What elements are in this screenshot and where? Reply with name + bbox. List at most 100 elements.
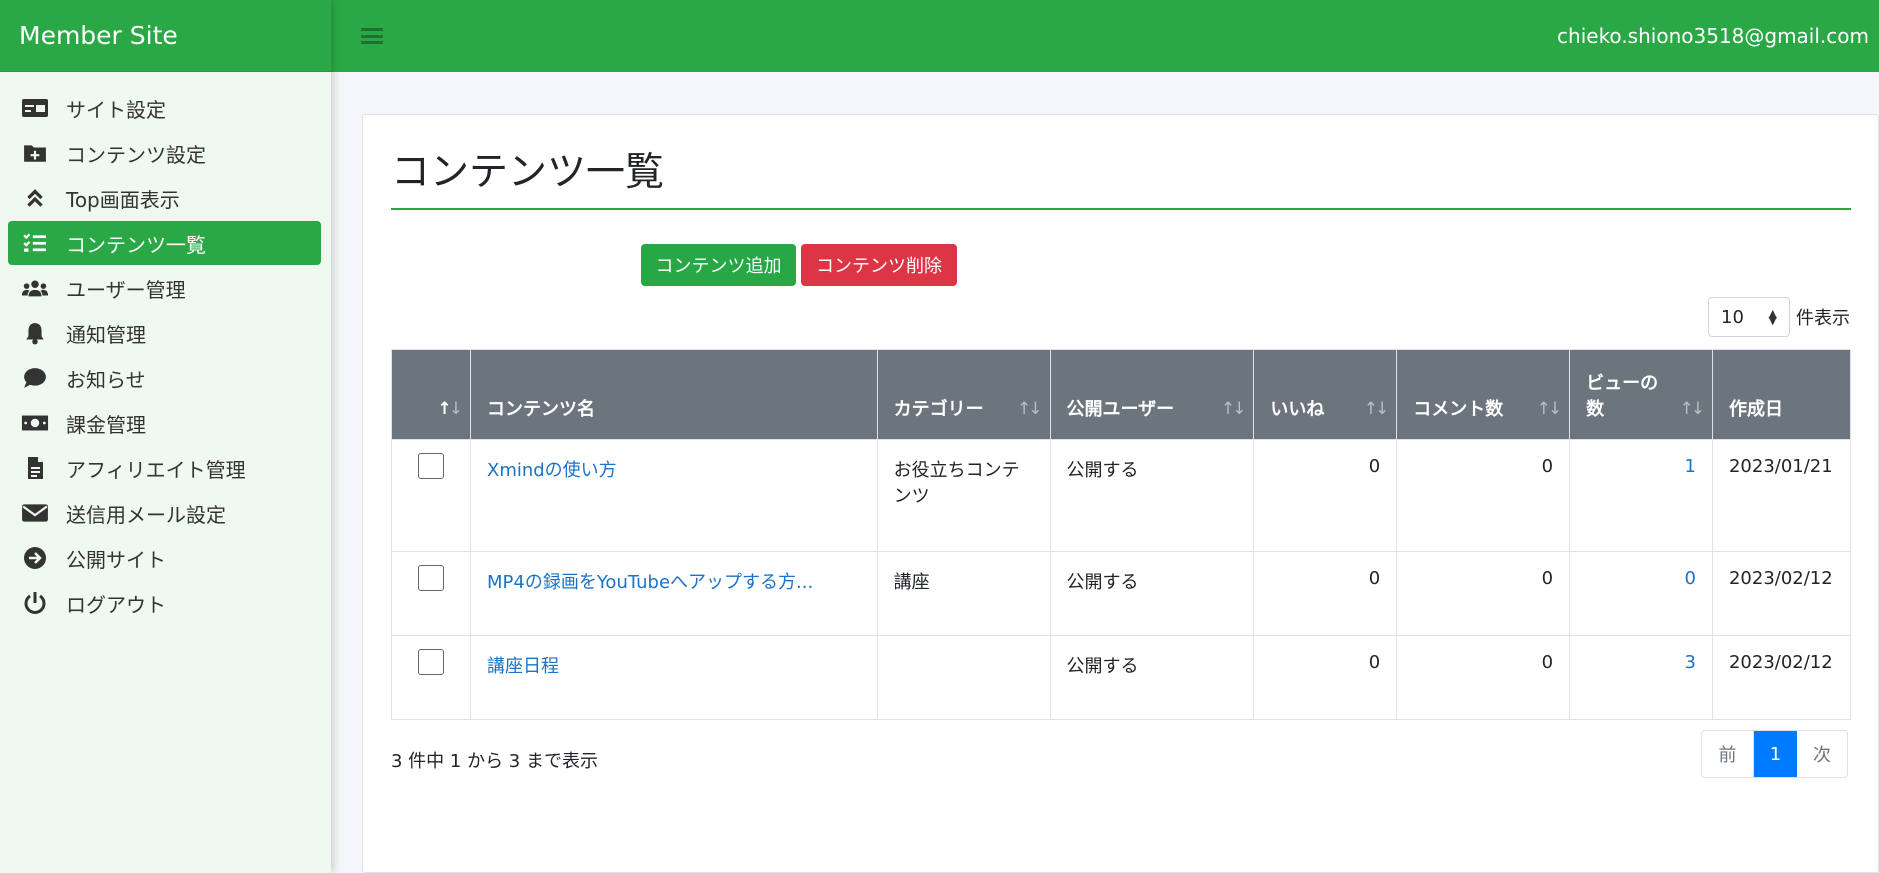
sidebar-item-label: お知らせ bbox=[66, 367, 146, 392]
users-icon bbox=[20, 275, 50, 301]
comments-cell: 0 bbox=[1396, 635, 1571, 720]
category-cell: 講座 bbox=[876, 551, 1051, 636]
sidebar-item-label: コンテンツ一覧 bbox=[66, 232, 206, 257]
content-name-cell: Xmindの使い方 bbox=[469, 439, 878, 552]
page-title: コンテンツ一覧 bbox=[391, 150, 665, 195]
table-info: 3 件中 1 から 3 まで表示 bbox=[391, 751, 598, 772]
sidebar-item-label: 通知管理 bbox=[66, 322, 146, 347]
sidebar-item-label: 送信用メール設定 bbox=[66, 502, 226, 527]
sort-icon: ↑↓ bbox=[437, 399, 462, 419]
views-link[interactable]: 3 bbox=[1685, 652, 1696, 673]
sidebar-menu: サイト設定 コンテンツ設定 Top画面表示 コンテンツ一覧 ユーザー管理 通知管… bbox=[0, 72, 331, 625]
folder-plus-icon bbox=[20, 140, 50, 166]
sidebar-item-affiliate[interactable]: アフィリエイト管理 bbox=[8, 446, 321, 490]
sidebar-item-label: ユーザー管理 bbox=[66, 277, 186, 302]
likes-cell: 0 bbox=[1253, 635, 1398, 720]
comments-cell: 0 bbox=[1396, 439, 1571, 552]
sidebar-item-label: Top画面表示 bbox=[66, 187, 180, 212]
views-cell: 3 bbox=[1569, 635, 1713, 720]
publish-cell: 公開する bbox=[1049, 439, 1255, 552]
column-header-publish-user[interactable]: 公開ユーザー ↑↓ bbox=[1049, 349, 1255, 440]
sidebar-item-logout[interactable]: ログアウト bbox=[8, 581, 321, 625]
views-cell: 1 bbox=[1569, 439, 1713, 552]
column-header-created[interactable]: 作成日 bbox=[1711, 349, 1852, 440]
row-checkbox[interactable] bbox=[418, 565, 444, 591]
page-length-label: 件表示 bbox=[1796, 308, 1850, 329]
pagination: 前 1 次 bbox=[1701, 730, 1848, 778]
card-icon bbox=[20, 95, 50, 121]
row-checkbox[interactable] bbox=[418, 453, 444, 479]
page-length-value: 10 bbox=[1721, 306, 1744, 328]
sidebar-item-billing[interactable]: 課金管理 bbox=[8, 401, 321, 445]
column-header-comments[interactable]: コメント数 ↑↓ bbox=[1396, 349, 1571, 440]
user-email[interactable]: chieko.shiono3518@gmail.com bbox=[1557, 24, 1869, 48]
pagination-next[interactable]: 次 bbox=[1797, 731, 1847, 777]
row-checkbox-cell bbox=[391, 635, 471, 720]
views-link[interactable]: 0 bbox=[1685, 568, 1696, 589]
column-header-name[interactable]: コンテンツ名 bbox=[469, 349, 878, 440]
file-icon bbox=[20, 455, 50, 481]
title-divider bbox=[391, 208, 1851, 210]
created-date-cell: 2023/02/12 bbox=[1711, 635, 1852, 720]
row-checkbox[interactable] bbox=[418, 649, 444, 675]
sidebar-item-notification[interactable]: 通知管理 bbox=[8, 311, 321, 355]
hamburger-menu-icon[interactable] bbox=[361, 26, 383, 46]
likes-cell: 0 bbox=[1253, 551, 1398, 636]
row-checkbox-cell bbox=[391, 551, 471, 636]
bell-icon bbox=[20, 320, 50, 346]
content-name-link[interactable]: MP4の録画をYouTubeへアップする方... bbox=[487, 572, 813, 593]
sidebar-item-label: アフィリエイト管理 bbox=[66, 457, 246, 482]
sidebar-item-mail-settings[interactable]: 送信用メール設定 bbox=[8, 491, 321, 535]
content-name-cell: MP4の録画をYouTubeへアップする方... bbox=[469, 551, 878, 636]
content-name-link[interactable]: 講座日程 bbox=[487, 656, 559, 677]
column-header-category[interactable]: カテゴリー ↑↓ bbox=[876, 349, 1051, 440]
category-cell: お役立ちコンテンツ bbox=[876, 439, 1051, 552]
money-icon bbox=[20, 410, 50, 436]
views-cell: 0 bbox=[1569, 551, 1713, 636]
sidebar-item-label: ログアウト bbox=[66, 592, 166, 617]
views-link[interactable]: 1 bbox=[1685, 456, 1696, 477]
topbar: chieko.shiono3518@gmail.com bbox=[331, 0, 1879, 72]
sidebar: Member Site サイト設定 コンテンツ設定 Top画面表示 コンテンツ一… bbox=[0, 0, 331, 873]
publish-cell: 公開する bbox=[1049, 551, 1255, 636]
sidebar-item-top-display[interactable]: Top画面表示 bbox=[8, 176, 321, 220]
select-arrows-icon: ▲ ▼ bbox=[1768, 307, 1777, 327]
sidebar-item-label: コンテンツ設定 bbox=[66, 142, 206, 167]
sidebar-item-content-list[interactable]: コンテンツ一覧 bbox=[8, 221, 321, 265]
publish-cell: 公開する bbox=[1049, 635, 1255, 720]
sidebar-item-news[interactable]: お知らせ bbox=[8, 356, 321, 400]
category-cell bbox=[876, 635, 1051, 720]
sort-icon: ↑↓ bbox=[1679, 399, 1704, 419]
arrow-circle-icon bbox=[20, 545, 50, 571]
power-icon bbox=[20, 590, 50, 616]
pagination-page-1[interactable]: 1 bbox=[1754, 731, 1797, 777]
add-content-button[interactable]: コンテンツ追加 bbox=[641, 244, 796, 286]
row-checkbox-cell bbox=[391, 439, 471, 552]
created-date-cell: 2023/01/21 bbox=[1711, 439, 1852, 552]
list-check-icon bbox=[20, 230, 50, 256]
page-length-select[interactable]: 10 ▲ ▼ bbox=[1708, 297, 1790, 337]
content-name-cell: 講座日程 bbox=[469, 635, 878, 720]
sidebar-item-label: サイト設定 bbox=[66, 97, 166, 122]
content-name-link[interactable]: Xmindの使い方 bbox=[487, 460, 617, 481]
pagination-prev[interactable]: 前 bbox=[1702, 731, 1754, 777]
sidebar-item-label: 課金管理 bbox=[66, 412, 146, 437]
column-header-select[interactable]: ↑↓ bbox=[391, 349, 471, 440]
sidebar-item-user-management[interactable]: ユーザー管理 bbox=[8, 266, 321, 310]
sort-icon: ↑↓ bbox=[1220, 399, 1246, 419]
column-header-likes[interactable]: いいね ↑↓ bbox=[1253, 349, 1398, 440]
envelope-icon bbox=[20, 500, 50, 526]
sort-icon: ↑↓ bbox=[1017, 399, 1042, 419]
content-table: ↑↓ コンテンツ名 カテゴリー ↑↓ 公開ユーザー ↑↓ いいね ↑↓ コメント数 ↑↓… bbox=[391, 349, 1852, 720]
created-date-cell: 2023/02/12 bbox=[1711, 551, 1852, 636]
angles-up-icon bbox=[20, 185, 50, 211]
delete-content-button[interactable]: コンテンツ削除 bbox=[801, 244, 957, 286]
brand-logo[interactable]: Member Site bbox=[0, 0, 331, 72]
table-row: MP4の録画をYouTubeへアップする方... 講座 公開する 0 0 0 2… bbox=[391, 551, 1852, 636]
column-header-views[interactable]: ビューの数 ↑↓ bbox=[1569, 349, 1713, 440]
sidebar-item-site-settings[interactable]: サイト設定 bbox=[8, 86, 321, 130]
sidebar-item-public-site[interactable]: 公開サイト bbox=[8, 536, 321, 580]
likes-cell: 0 bbox=[1253, 439, 1398, 552]
sidebar-item-content-settings[interactable]: コンテンツ設定 bbox=[8, 131, 321, 175]
sort-icon: ↑↓ bbox=[1536, 399, 1562, 419]
